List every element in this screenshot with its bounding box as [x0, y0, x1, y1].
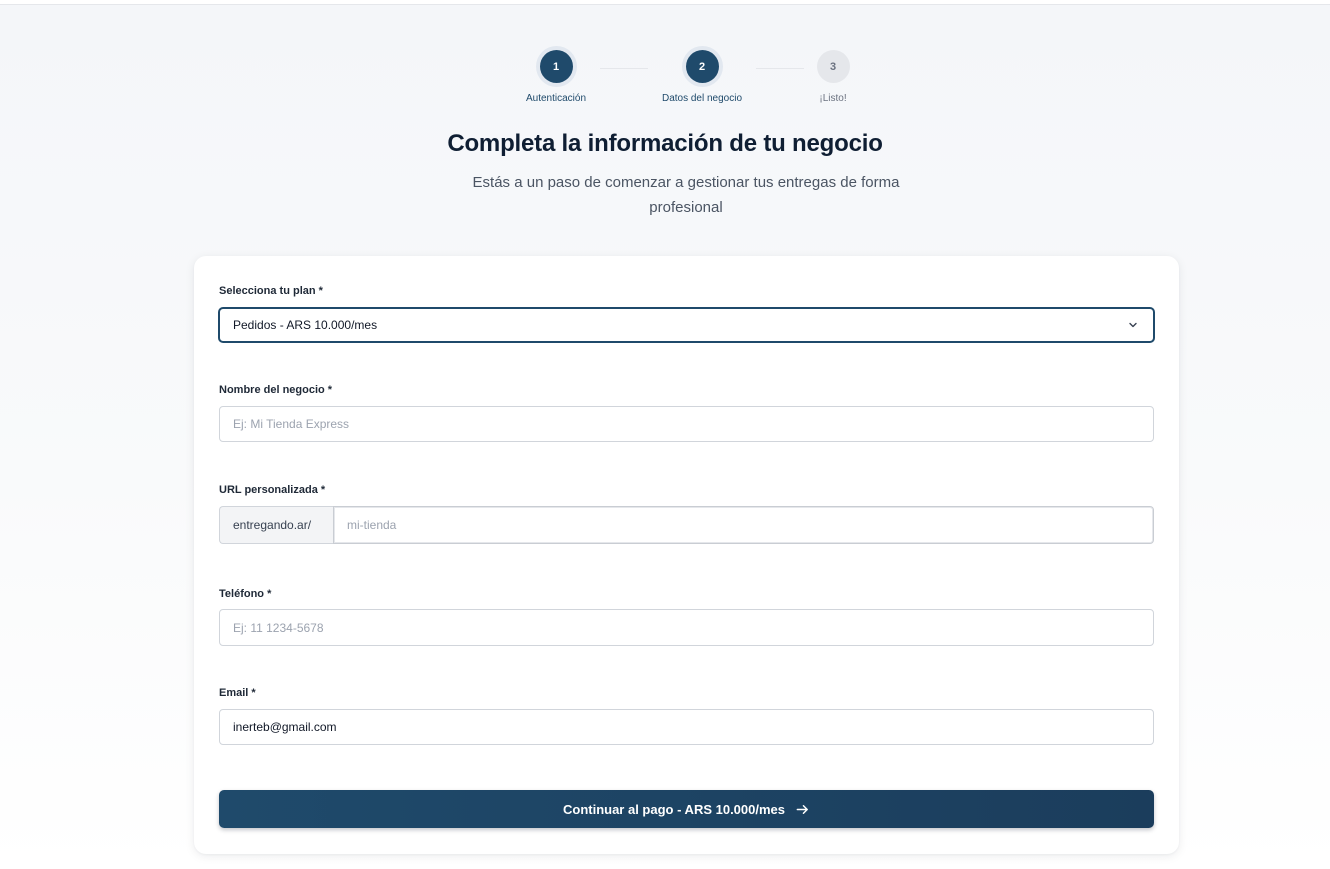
- step-authentication: 1 Autenticación: [522, 50, 590, 104]
- step-connector-2: [756, 68, 804, 69]
- business-name-label: Nombre del negocio *: [219, 384, 333, 396]
- page-subtitle: Estás a un paso de comenzar a gestionar …: [472, 174, 900, 216]
- custom-url-input[interactable]: [334, 507, 1153, 543]
- phone-input[interactable]: [220, 610, 1153, 645]
- phone-label: Teléfono *: [219, 588, 272, 600]
- top-bar: [0, 0, 1330, 5]
- business-name-field: [219, 406, 1154, 442]
- step-label-2: Datos del negocio: [661, 93, 743, 104]
- step-label-3: ¡Listo!: [819, 93, 847, 104]
- email-field: [219, 709, 1154, 745]
- plan-select-value: Pedidos - ARS 10.000/mes: [233, 318, 378, 332]
- progress-stepper: 1 Autenticación 2 Datos del negocio 3 ¡L…: [0, 50, 1330, 110]
- step-number-2: 2: [685, 50, 719, 83]
- page-title: Completa la información de tu negocio: [447, 130, 883, 157]
- step-number-1: 1: [539, 50, 573, 83]
- continue-button-label: Continuar al pago - ARS 10.000/mes: [562, 801, 786, 817]
- business-form-card: Selecciona tu plan * Pedidos - ARS 10.00…: [194, 256, 1179, 854]
- step-connector-1: [600, 68, 648, 69]
- continue-to-payment-button[interactable]: Continuar al pago - ARS 10.000/mes: [219, 790, 1154, 828]
- custom-url-group: entregando.ar/: [219, 506, 1154, 544]
- chevron-down-icon: [1129, 322, 1137, 328]
- url-prefix: entregando.ar/: [219, 506, 333, 544]
- plan-label: Selecciona tu plan *: [219, 285, 323, 297]
- phone-field: [219, 609, 1154, 646]
- step-number-3: 3: [816, 50, 850, 83]
- email-label: Email *: [219, 687, 256, 699]
- arrow-right-icon: [796, 804, 808, 814]
- step-label-1: Autenticación: [525, 93, 587, 104]
- step-done: 3 ¡Listo!: [812, 50, 854, 104]
- step-business-data: 2 Datos del negocio: [658, 50, 746, 104]
- custom-url-field: [333, 506, 1154, 544]
- plan-select[interactable]: Pedidos - ARS 10.000/mes: [219, 308, 1154, 342]
- email-input[interactable]: [220, 710, 1153, 744]
- custom-url-label: URL personalizada *: [219, 484, 326, 496]
- business-name-input[interactable]: [220, 407, 1153, 441]
